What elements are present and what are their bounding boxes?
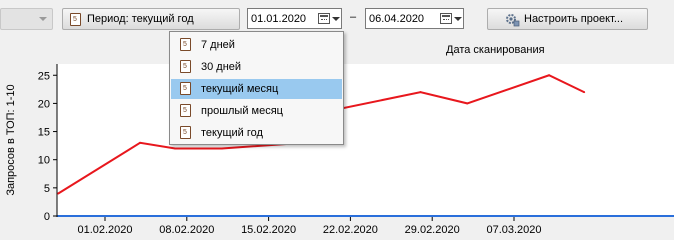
x-tick-label: 15.02.2020 bbox=[241, 224, 296, 236]
series-point bbox=[57, 192, 60, 195]
y-tick-label: 0 bbox=[44, 211, 50, 223]
plot-area bbox=[57, 64, 674, 217]
calendar-page-icon: 5 bbox=[180, 104, 191, 117]
series-point bbox=[220, 147, 223, 150]
period-menu-item-label: 30 дней bbox=[201, 61, 242, 73]
x-tick-label: 08.02.2020 bbox=[159, 224, 214, 236]
period-menu-item-label: текущий год bbox=[201, 127, 263, 139]
calendar-page-icon: 5 bbox=[180, 82, 191, 95]
x-tick-label: 01.02.2020 bbox=[77, 224, 132, 236]
period-menu-item-label: 7 дней bbox=[201, 39, 235, 51]
calendar-page-icon: 5 bbox=[180, 126, 191, 139]
period-menu-item[interactable]: 5 текущий месяц bbox=[171, 79, 342, 99]
period-menu-item-label: текущий месяц bbox=[201, 83, 279, 95]
series-point bbox=[139, 141, 142, 144]
series-point bbox=[583, 91, 586, 94]
y-tick-label: 5 bbox=[44, 183, 50, 195]
y-tick-label: 25 bbox=[38, 70, 50, 82]
series-point bbox=[174, 147, 177, 150]
period-dropdown-menu: 5 7 дней 5 30 дней 5 текущий месяц 5 прошлый ме… bbox=[169, 31, 344, 145]
series-point bbox=[419, 91, 422, 94]
y-axis-label: Запросов в ТОП: 1-10 bbox=[5, 84, 17, 195]
period-menu-item[interactable]: 5 прошлый месяц bbox=[171, 101, 342, 121]
calendar-page-icon: 5 bbox=[180, 38, 191, 51]
x-tick-label: 29.02.2020 bbox=[405, 224, 460, 236]
period-menu-item[interactable]: 5 7 дней bbox=[171, 35, 342, 55]
period-menu-item[interactable]: 5 текущий год bbox=[171, 123, 342, 143]
y-tick-label: 10 bbox=[38, 155, 50, 167]
y-tick-label: 15 bbox=[38, 127, 50, 139]
period-menu-item-label: прошлый месяц bbox=[201, 105, 283, 117]
series-point bbox=[548, 74, 551, 77]
x-tick-label: 07.03.2020 bbox=[486, 224, 541, 236]
series-point bbox=[466, 102, 469, 105]
period-menu-item[interactable]: 5 30 дней bbox=[171, 57, 342, 77]
y-tick-label: 20 bbox=[38, 98, 50, 110]
calendar-page-icon: 5 bbox=[180, 60, 191, 73]
x-tick-label: 22.02.2020 bbox=[323, 224, 378, 236]
